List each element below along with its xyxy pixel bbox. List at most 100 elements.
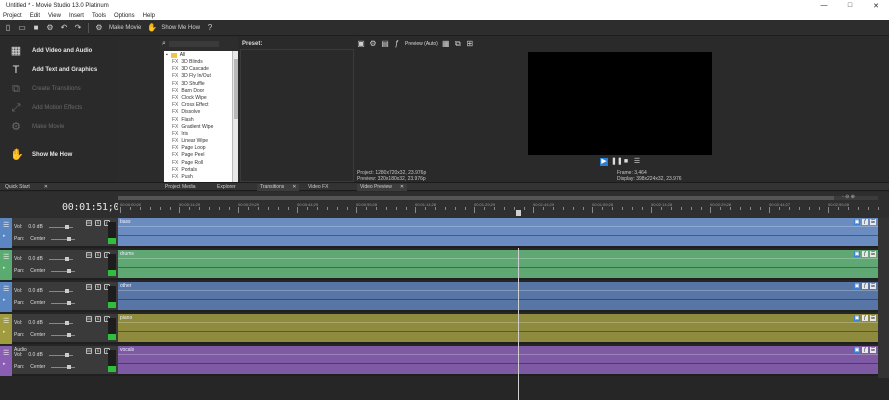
scroll-thumb[interactable]	[118, 196, 834, 200]
transition-list-item[interactable]: FX Page Peel	[164, 152, 238, 159]
preview-screen[interactable]	[528, 52, 712, 155]
make-movie-button[interactable]: Make Movie	[109, 25, 141, 31]
maximize-button[interactable]: □	[837, 2, 863, 9]
transition-list-item[interactable]: FX Push	[164, 174, 238, 181]
split-icon[interactable]: ▤	[381, 40, 389, 48]
close-icon[interactable]: ✕	[44, 184, 48, 190]
clip-fx-icon[interactable]: ƒ	[862, 347, 868, 353]
volume-slider[interactable]	[48, 288, 73, 293]
volume-slider[interactable]	[48, 352, 73, 357]
track-lane[interactable]: drums ▣ ƒ ☰	[118, 250, 878, 280]
timeline-overview-scrollbar[interactable]	[118, 196, 878, 200]
transition-list-item[interactable]: FX Barn Door	[164, 88, 238, 95]
transition-list-item[interactable]: FX Page Loop	[164, 145, 238, 152]
save-snapshot-icon[interactable]: ⊞	[466, 40, 474, 48]
transition-list-item[interactable]: FX 3D Fly In/Out	[164, 73, 238, 80]
transition-list-item[interactable]: FX Page Roll	[164, 160, 238, 167]
mute-button[interactable]: M	[86, 316, 92, 322]
menu-tools[interactable]: Tools	[92, 13, 106, 19]
minimize-button[interactable]: —	[811, 2, 837, 9]
close-icon[interactable]: ✕	[400, 184, 404, 190]
track-menu-icon[interactable]: ☰	[3, 253, 9, 261]
pan-slider[interactable]	[51, 364, 76, 369]
menu-icon[interactable]: ☰	[633, 158, 641, 166]
clip-menu-icon[interactable]: ☰	[870, 283, 876, 289]
search-input[interactable]	[168, 41, 219, 47]
tree-root[interactable]: ▪ All	[164, 51, 238, 59]
pan-slider[interactable]	[51, 332, 76, 337]
menu-edit[interactable]: Edit	[30, 13, 40, 19]
track-header[interactable]: ☰ ▸ Vol: 0.0 dB Pan: Center M S ƒ	[0, 282, 118, 312]
track-menu-icon[interactable]: ☰	[3, 349, 9, 357]
clip-menu-icon[interactable]: ☰	[870, 251, 876, 257]
show-me-how-button[interactable]: Show Me How	[161, 25, 200, 31]
preset-area[interactable]	[240, 49, 354, 182]
clip-menu-icon[interactable]: ☰	[870, 219, 876, 225]
menu-view[interactable]: View	[48, 13, 61, 19]
transition-list-item[interactable]: FX Dissolve	[164, 109, 238, 116]
solo-button[interactable]: S	[95, 348, 101, 354]
scroll-thumb[interactable]	[234, 59, 238, 119]
redo-icon[interactable]: ↷	[74, 23, 82, 32]
tab-video-fx[interactable]: Video FX	[305, 184, 331, 191]
transition-list-item[interactable]: FX Cross Effect	[164, 102, 238, 109]
transition-list-item[interactable]: FX Clock Wipe	[164, 95, 238, 102]
menu-insert[interactable]: Insert	[69, 13, 84, 19]
tab-explorer[interactable]: Explorer	[214, 184, 239, 191]
transition-list-item[interactable]: FX 3D Blinds	[164, 59, 238, 66]
transition-list-item[interactable]: FX Flash	[164, 117, 238, 124]
track-expand-icon[interactable]: ▸	[3, 329, 6, 335]
track-lane[interactable]: bass ▣ ƒ ☰	[118, 218, 878, 248]
stop-button[interactable]: ■	[622, 158, 630, 166]
transition-list-item[interactable]: FX Iris	[164, 131, 238, 138]
make-movie-icon[interactable]: ⚙	[95, 23, 103, 32]
vertical-scrollbar[interactable]	[878, 218, 889, 378]
track-expand-icon[interactable]: ▸	[3, 297, 6, 303]
gear-icon[interactable]: ⚙	[369, 40, 377, 48]
tab-video-preview[interactable]: Video Preview ✕	[357, 184, 408, 191]
track-lane[interactable]: vocals ▣ ƒ ☰	[118, 346, 878, 376]
save-project-icon[interactable]: ■	[32, 23, 40, 32]
tab-project-media[interactable]: Project Media	[162, 184, 199, 191]
mute-button[interactable]: M	[86, 220, 92, 226]
open-project-icon[interactable]: ▭	[18, 23, 26, 32]
preview-quality-select[interactable]: Preview (Auto)	[405, 41, 438, 47]
clip-fx-icon[interactable]: ƒ	[862, 283, 868, 289]
track-header[interactable]: ☰ ▸ Audio Vol: 0.0 dB Pan: Center M S ƒ	[0, 346, 118, 376]
track-expand-icon[interactable]: ▸	[3, 265, 6, 271]
transition-list-item[interactable]: FX 3D Shuffle	[164, 81, 238, 88]
track-lane[interactable]: piano ▣ ƒ ☰	[118, 314, 878, 344]
menu-project[interactable]: Project	[3, 13, 22, 19]
solo-button[interactable]: S	[95, 252, 101, 258]
track-menu-icon[interactable]: ☰	[3, 285, 9, 293]
transition-list-item[interactable]: FX 3D Cascade	[164, 66, 238, 73]
volume-slider[interactable]	[48, 224, 73, 229]
clip-fx-icon[interactable]: ƒ	[862, 315, 868, 321]
fx-icon[interactable]: ƒ	[393, 40, 401, 48]
transition-list-item[interactable]: FX Gradient Wipe	[164, 124, 238, 131]
qs-add-text-graphics[interactable]: T Add Text and Graphics	[10, 64, 98, 76]
transition-list-item[interactable]: FX Portals	[164, 167, 238, 174]
pan-slider[interactable]	[51, 268, 76, 273]
track-expand-icon[interactable]: ▸	[3, 361, 6, 367]
tab-quick-start[interactable]: Quick Start ✕	[2, 184, 51, 191]
solo-button[interactable]: S	[95, 284, 101, 290]
pan-slider[interactable]	[51, 236, 76, 241]
clip-menu-icon[interactable]: ☰	[870, 347, 876, 353]
volume-slider[interactable]	[48, 256, 73, 261]
help-pointer-icon[interactable]: ?	[206, 23, 214, 32]
pan-crop-icon[interactable]: ▣	[854, 219, 860, 225]
track-header[interactable]: ☰ ▸ Vol: 0.0 dB Pan: Center M S ƒ	[0, 250, 118, 280]
solo-button[interactable]: S	[95, 220, 101, 226]
search-icon[interactable]: ⌕	[162, 40, 166, 48]
playhead-line[interactable]	[518, 248, 519, 400]
clip-fx-icon[interactable]: ƒ	[862, 251, 868, 257]
pan-crop-icon[interactable]: ▣	[854, 347, 860, 353]
volume-slider[interactable]	[48, 320, 73, 325]
close-icon[interactable]: ✕	[292, 184, 296, 190]
show-me-how-icon[interactable]: ✋	[147, 23, 157, 32]
mute-button[interactable]: M	[86, 252, 92, 258]
track-menu-icon[interactable]: ☰	[3, 221, 9, 229]
pan-crop-icon[interactable]: ▣	[854, 283, 860, 289]
playhead-marker[interactable]	[516, 210, 521, 216]
